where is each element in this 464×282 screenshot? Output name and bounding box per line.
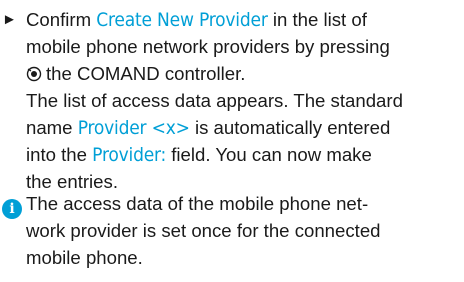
step-line-6: into the Provider: field. You can now ma… <box>2 141 462 168</box>
info-note: i The access data of the mobile phone net… <box>2 190 462 271</box>
step-bullet-icon: ► <box>2 11 17 28</box>
menu-item-create-new-provider: Create New Provider <box>96 9 268 31</box>
step-line-1: ► Confirm Create New Provider in the list… <box>2 6 462 33</box>
step-text-field: field. You can now make <box>166 144 372 165</box>
step-line-2: mobile phone network providers by pressi… <box>26 36 390 57</box>
instruction-step: ► Confirm Create New Provider in the list… <box>2 6 462 195</box>
info-icon: i <box>2 199 22 219</box>
step-text-confirm: Confirm <box>26 9 97 30</box>
step-line-3: the COMAND controller. <box>2 60 462 87</box>
comand-controller-press-icon <box>26 66 42 82</box>
step-text-into: into the <box>26 144 93 165</box>
note-line-3: mobile phone. <box>26 247 143 268</box>
step-line-5: name Provider <x> is automatically enter… <box>2 114 462 141</box>
note-line-1: i The access data of the mobile phone net… <box>2 190 462 219</box>
note-text-1: The access data of the mobile phone net- <box>26 193 369 214</box>
step-text-list: in the list of <box>267 9 367 30</box>
step-line-4: The list of access data appears. The sta… <box>26 90 403 111</box>
step-text-entered: is automatically entered <box>189 117 391 138</box>
default-provider-name: Provider <x> <box>77 117 190 139</box>
note-line-2: work provider is set once for the connec… <box>26 220 381 241</box>
step-text-name: name <box>26 117 78 138</box>
step-text-controller: the COMAND controller. <box>46 63 246 84</box>
provider-field-label: Provider: <box>92 144 167 166</box>
